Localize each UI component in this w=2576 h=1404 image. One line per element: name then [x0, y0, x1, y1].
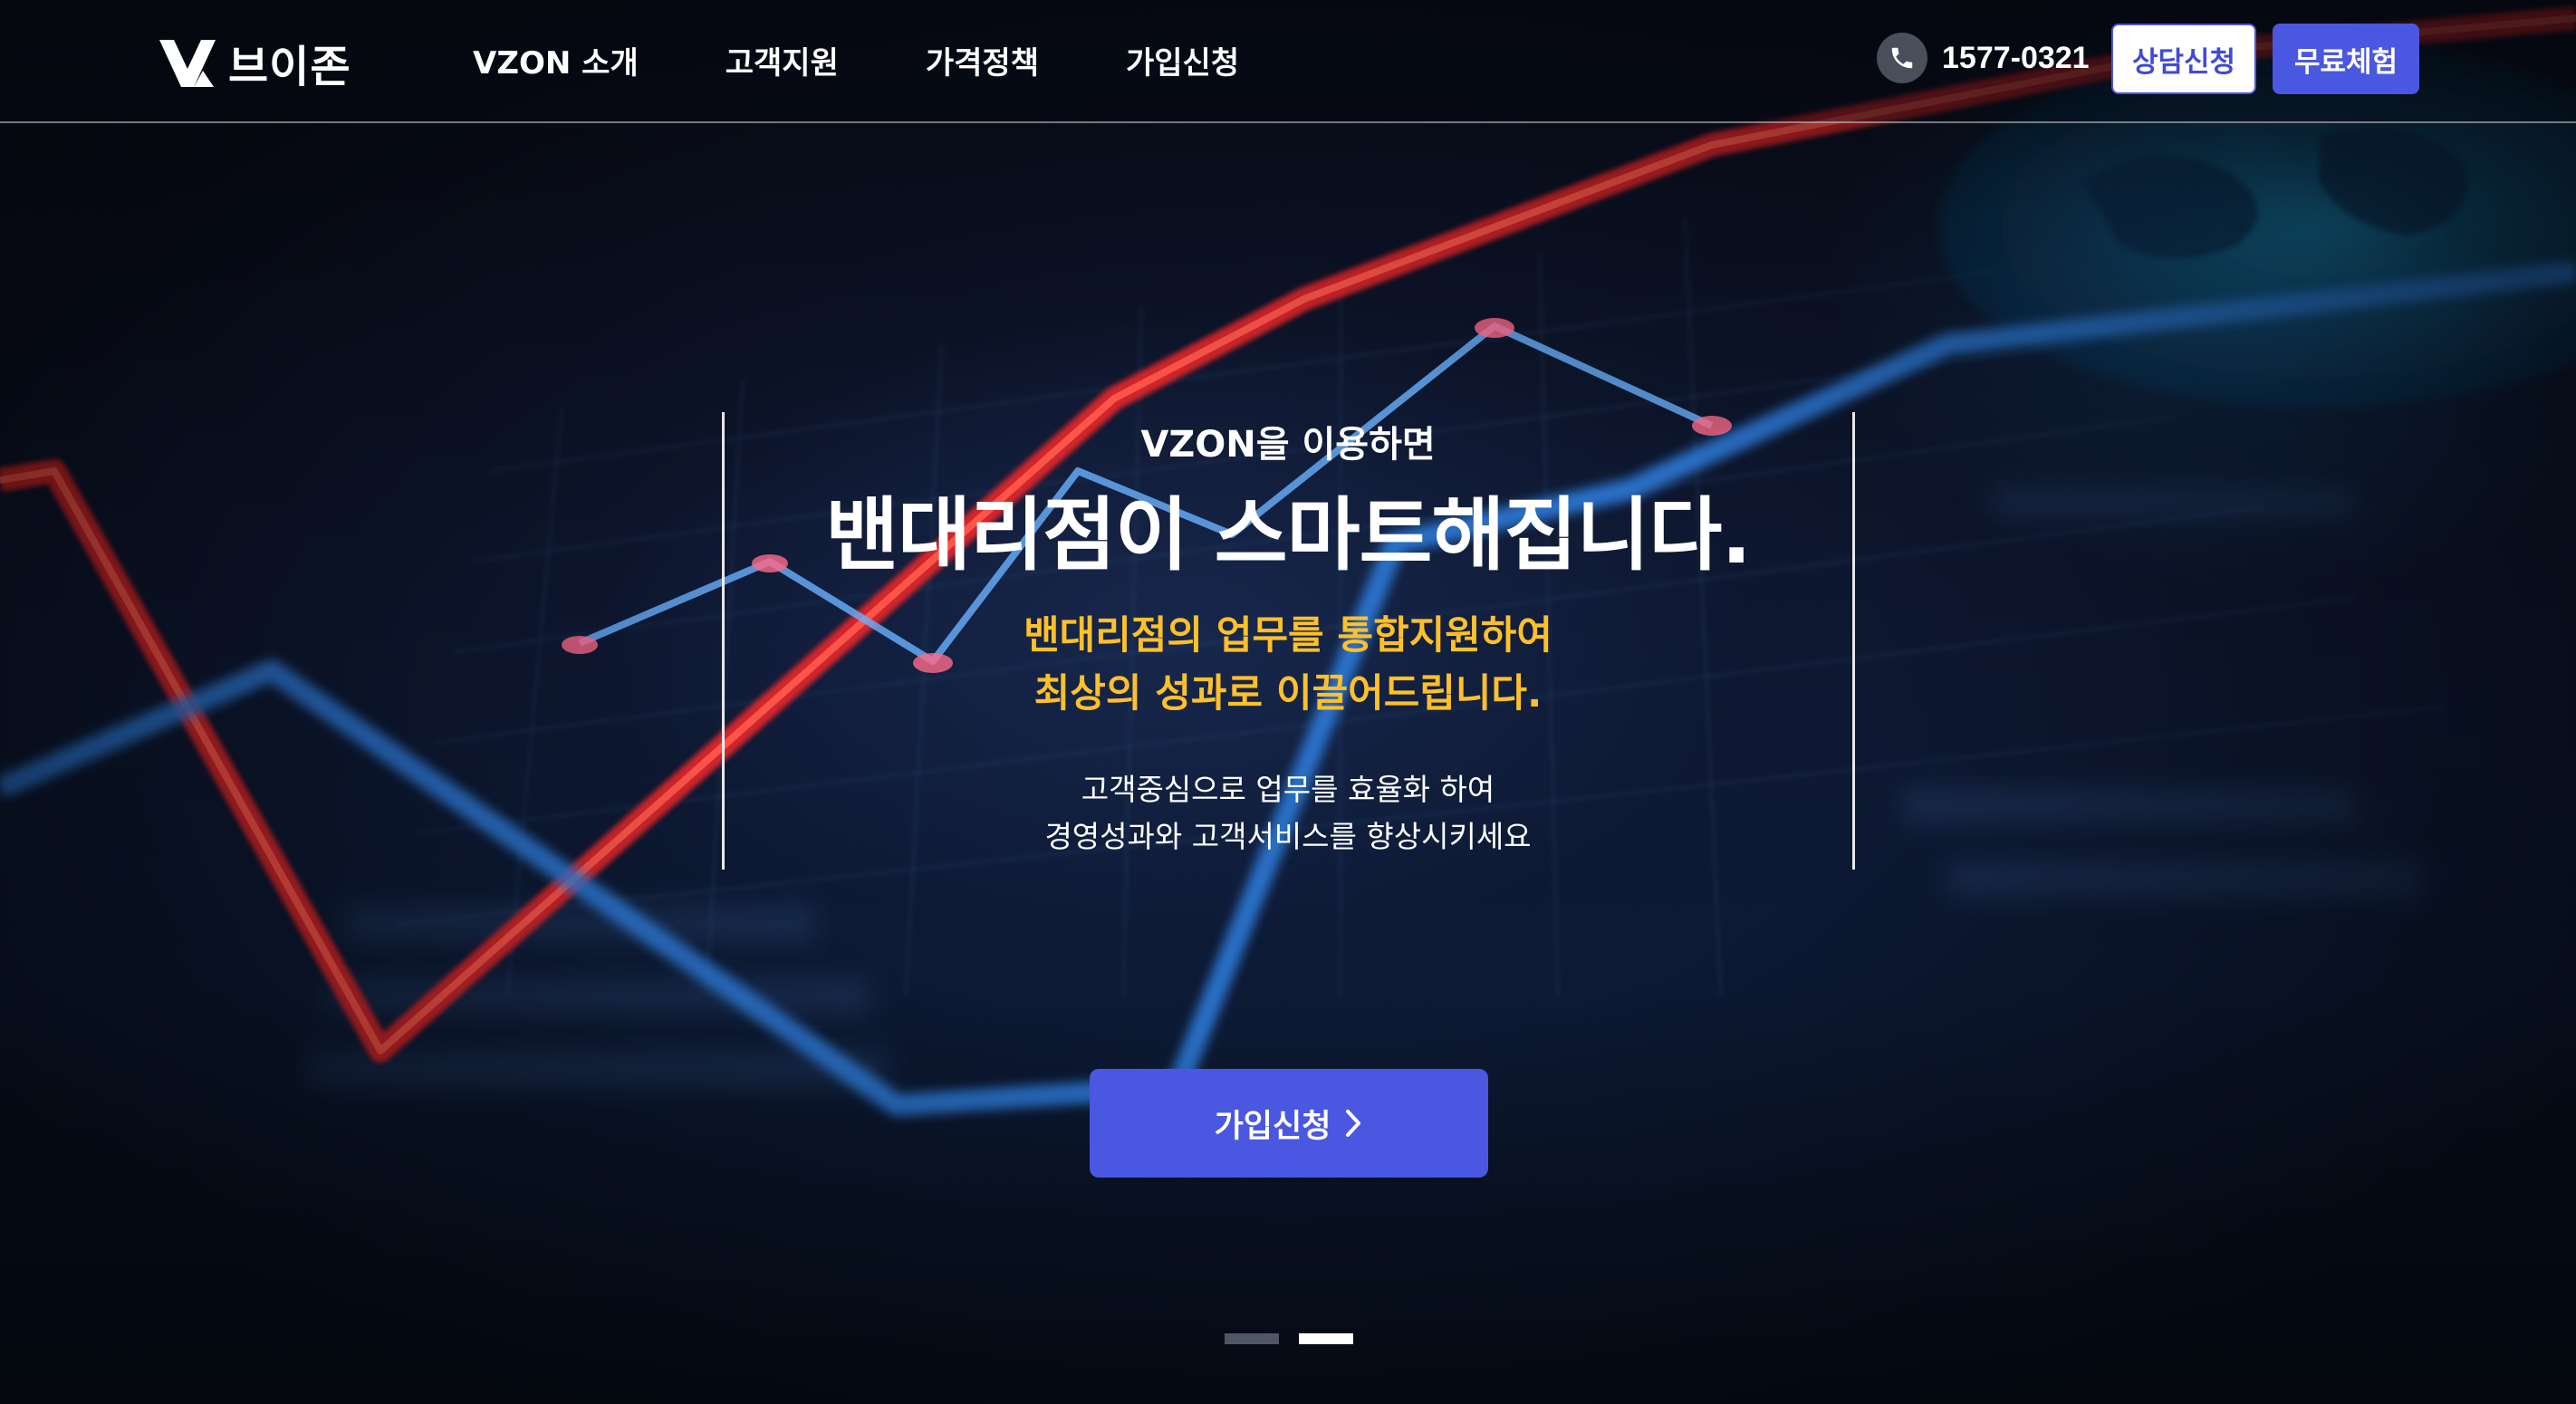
slider-dot-1[interactable] — [1225, 1333, 1279, 1344]
logo-v-icon — [159, 40, 216, 87]
hero-description: 고객중심으로 업무를 효율화 하여 경영성과와 고객서비스를 향상시키세요 — [0, 766, 2576, 861]
nav-item-support[interactable]: 고객지원 — [726, 38, 839, 82]
hero-highlight-line-1: 밴대리점의 업무를 통합지원하여 — [1024, 613, 1552, 659]
nav-item-signup[interactable]: 가입신청 — [1126, 38, 1239, 82]
hero-highlight: 밴대리점의 업무를 통합지원하여 최상의 성과로 이끌어드립니다. — [0, 607, 2576, 723]
nav-item-about[interactable]: VZON 소개 — [473, 38, 639, 82]
hero-desc-line-1: 고객중심으로 업무를 효율화 하여 — [1081, 772, 1495, 807]
hero-highlight-line-2: 최상의 성과로 이끌어드립니다. — [1033, 671, 1543, 716]
phone-contact[interactable]: 1577-0321 — [1877, 33, 2090, 83]
free-trial-button[interactable]: 무료체험 — [2273, 24, 2419, 94]
consult-button[interactable]: 상담신청 — [2111, 24, 2256, 94]
main-nav: VZON 소개 고객지원 가격정책 가입신청 — [473, 38, 1326, 82]
hero-pre-title: VZON을 이용하면 — [1140, 424, 1436, 466]
slider-pagination — [1225, 1333, 1353, 1344]
nav-item-pricing[interactable]: 가격정책 — [926, 38, 1039, 82]
chevron-right-icon — [1346, 1110, 1361, 1137]
hero-stage: 브이존 VZON 소개 고객지원 가격정책 가입신청 1577-0321 상담신… — [0, 0, 2576, 1404]
hero-title: 밴대리점이 스마트해집니다. — [825, 488, 1752, 582]
phone-icon — [1877, 33, 1927, 83]
slider-dot-2[interactable] — [1299, 1333, 1353, 1344]
brand-logo[interactable]: 브이존 — [158, 31, 351, 94]
brand-name: 브이존 — [228, 42, 351, 92]
signup-cta-button[interactable]: 가입신청 — [1090, 1069, 1488, 1178]
signup-cta-label: 가입신청 — [1214, 1108, 1331, 1145]
hero-desc-line-2: 경영성과와 고객서비스를 향상시키세요 — [1044, 819, 1532, 854]
site-header: 브이존 VZON 소개 고객지원 가격정책 가입신청 1577-0321 상담신… — [0, 0, 2576, 123]
phone-number: 1577-0321 — [1942, 40, 2090, 75]
